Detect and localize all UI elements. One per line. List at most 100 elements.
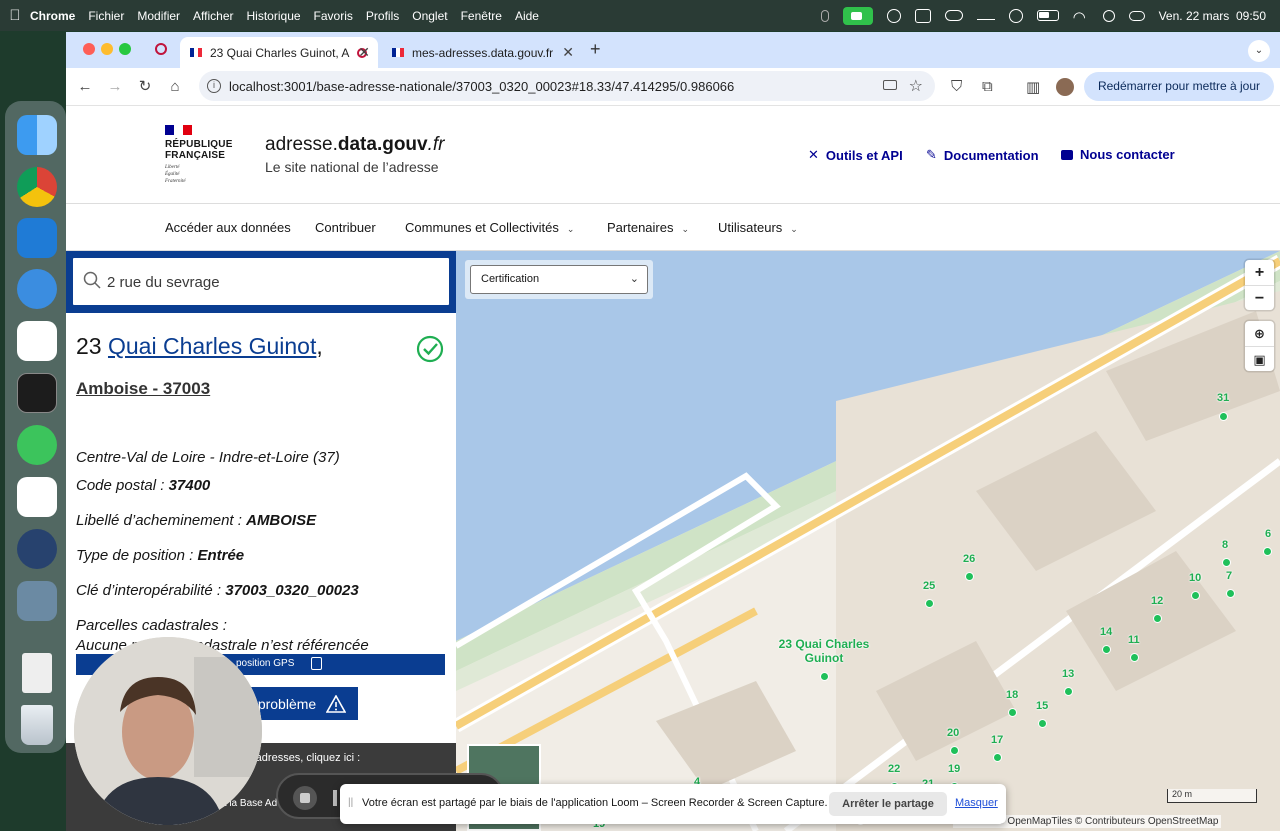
certification-filter-select[interactable]: Certification ⌄	[470, 265, 648, 294]
nav-partenaires[interactable]: Partenaires ⌄	[607, 220, 689, 235]
microphone-icon[interactable]	[820, 9, 829, 22]
zoom-out-button[interactable]: −	[1245, 285, 1274, 310]
address-marker[interactable]	[1222, 558, 1231, 567]
nav-contribuer[interactable]: Contribuer	[315, 220, 376, 235]
minimize-window-button[interactable]	[101, 43, 113, 55]
selected-address-marker[interactable]	[820, 672, 829, 681]
address-marker[interactable]	[1153, 614, 1162, 623]
pause-recording-icon[interactable]	[333, 790, 337, 806]
glasses-icon[interactable]	[976, 11, 995, 20]
loom-webcam-bubble[interactable]	[74, 637, 262, 825]
vscode-icon[interactable]	[17, 218, 57, 258]
tools-api-link[interactable]: ✕ Outils et API	[808, 147, 903, 163]
search-box[interactable]	[73, 258, 449, 305]
street-link[interactable]: Quai Charles Guinot	[108, 333, 316, 359]
nav-communes[interactable]: Communes et Collectivités ⌄	[405, 220, 574, 235]
facetime-camera-icon[interactable]	[842, 6, 873, 25]
address-marker[interactable]	[1226, 589, 1235, 598]
address-map[interactable]: Certification ⌄ + − ⊕ ▣ 23 Quai Charles …	[456, 251, 1280, 831]
geolocate-icon[interactable]: ⊕	[1245, 321, 1274, 346]
menu-modifier[interactable]: Modifier	[137, 9, 180, 23]
address-marker[interactable]	[1102, 645, 1111, 654]
maximize-window-button[interactable]	[119, 43, 131, 55]
zoom-in-button[interactable]: +	[1245, 260, 1274, 285]
commune-link[interactable]: Amboise - 37003	[76, 379, 210, 399]
menu-app-name[interactable]: Chrome	[30, 9, 75, 23]
address-marker[interactable]	[993, 753, 1002, 762]
bookmark-star-icon[interactable]: ☆	[909, 76, 923, 96]
chrome-icon[interactable]	[17, 167, 57, 207]
address-marker[interactable]	[1064, 687, 1073, 696]
address-marker[interactable]	[965, 572, 974, 581]
site-info-icon[interactable]: i	[207, 79, 221, 93]
finder-icon[interactable]	[17, 115, 57, 155]
stop-sharing-button[interactable]: Arrêter le partage	[829, 792, 947, 816]
address-marker[interactable]	[1008, 708, 1017, 717]
back-button[interactable]: ←	[74, 76, 96, 98]
terminal-icon[interactable]	[17, 373, 57, 413]
loom-status-icon[interactable]	[886, 8, 901, 23]
loom-timer-icon[interactable]	[17, 529, 57, 569]
slack-icon[interactable]	[17, 477, 57, 517]
tableplus-elephant-icon[interactable]	[17, 269, 57, 309]
camera-icon[interactable]	[883, 80, 897, 90]
contact-link[interactable]: Nous contacter	[1061, 147, 1175, 162]
tab-address-page[interactable]: 23 Quai Charles Guinot, A ✕	[180, 37, 378, 68]
drag-handle-icon[interactable]: ||	[348, 797, 353, 808]
address-marker[interactable]	[1038, 719, 1047, 728]
tab-search-chevron-icon[interactable]: ⌄	[1248, 40, 1270, 62]
shield-extension-icon[interactable]: ⛉	[951, 78, 962, 95]
search-input[interactable]	[107, 269, 427, 295]
menu-historique[interactable]: Historique	[247, 9, 301, 23]
hide-banner-link[interactable]: Masquer	[955, 797, 998, 809]
menu-profils[interactable]: Profils	[366, 9, 399, 23]
report-problem-button[interactable]: problème	[246, 687, 358, 720]
profile-avatar[interactable]	[1056, 78, 1074, 96]
address-marker[interactable]	[1263, 547, 1272, 556]
mongodb-compass-icon[interactable]	[17, 321, 57, 361]
documentation-link[interactable]: ✎ Documentation	[926, 147, 1039, 163]
close-tab-icon[interactable]: ✕	[562, 44, 574, 61]
address-marker[interactable]	[950, 746, 959, 755]
republique-francaise-logo[interactable]: RÉPUBLIQUE FRANÇAISE Liberté Égalité Fra…	[165, 125, 235, 185]
relaunch-update-button[interactable]: Redémarrer pour mettre à jour	[1084, 72, 1274, 101]
battery-icon[interactable]	[1036, 10, 1059, 21]
extensions-puzzle-icon[interactable]: ⧉	[982, 78, 993, 95]
home-button[interactable]: ⌂	[164, 76, 186, 98]
focus-mode-icon[interactable]	[1008, 8, 1023, 23]
new-tab-button[interactable]: +	[590, 39, 601, 60]
notes-pencil-icon[interactable]	[17, 425, 57, 465]
menu-fichier[interactable]: Fichier	[88, 9, 124, 23]
close-tab-icon[interactable]: ✕	[358, 44, 370, 61]
address-marker[interactable]	[1191, 591, 1200, 600]
menu-favoris[interactable]: Favoris	[314, 9, 353, 23]
layers-icon[interactable]: ▣	[1245, 346, 1274, 371]
menu-aide[interactable]: Aide	[515, 9, 539, 23]
grammar-icon[interactable]	[914, 8, 931, 23]
stop-recording-button[interactable]	[293, 786, 317, 810]
pdf-document-icon[interactable]	[22, 653, 52, 693]
cloud-icon[interactable]	[944, 10, 963, 21]
forward-button[interactable]: →	[104, 76, 126, 98]
address-marker[interactable]	[1219, 412, 1228, 421]
site-name[interactable]: adresse.data.gouv.fr	[265, 134, 445, 156]
tab-mes-adresses[interactable]: mes-adresses.data.gouv.fr ✕	[382, 37, 582, 68]
address-marker[interactable]	[1130, 653, 1139, 662]
trash-icon[interactable]	[21, 705, 53, 745]
side-panel-icon[interactable]: ▥	[1026, 78, 1040, 96]
address-bar[interactable]: i localhost:3001/base-adresse-nationale/…	[199, 71, 935, 101]
nav-utilisateurs[interactable]: Utilisateurs ⌄	[718, 220, 798, 235]
nav-acceder-donnees[interactable]: Accéder aux données	[165, 220, 291, 235]
menu-fenetre[interactable]: Fenêtre	[461, 9, 502, 23]
reload-button[interactable]: ↻	[134, 76, 156, 98]
preview-photos-icon[interactable]	[17, 581, 57, 621]
apple-icon[interactable]: 	[0, 7, 30, 24]
close-window-button[interactable]	[83, 43, 95, 55]
wifi-icon[interactable]	[1073, 8, 1089, 26]
spotlight-search-icon[interactable]	[1102, 9, 1115, 22]
address-marker[interactable]	[925, 599, 934, 608]
menu-afficher[interactable]: Afficher	[193, 9, 233, 23]
menu-datetime[interactable]: Ven. 22 mars 09:50	[1159, 9, 1266, 23]
menu-onglet[interactable]: Onglet	[412, 9, 447, 23]
control-center-icon[interactable]	[1128, 10, 1145, 21]
